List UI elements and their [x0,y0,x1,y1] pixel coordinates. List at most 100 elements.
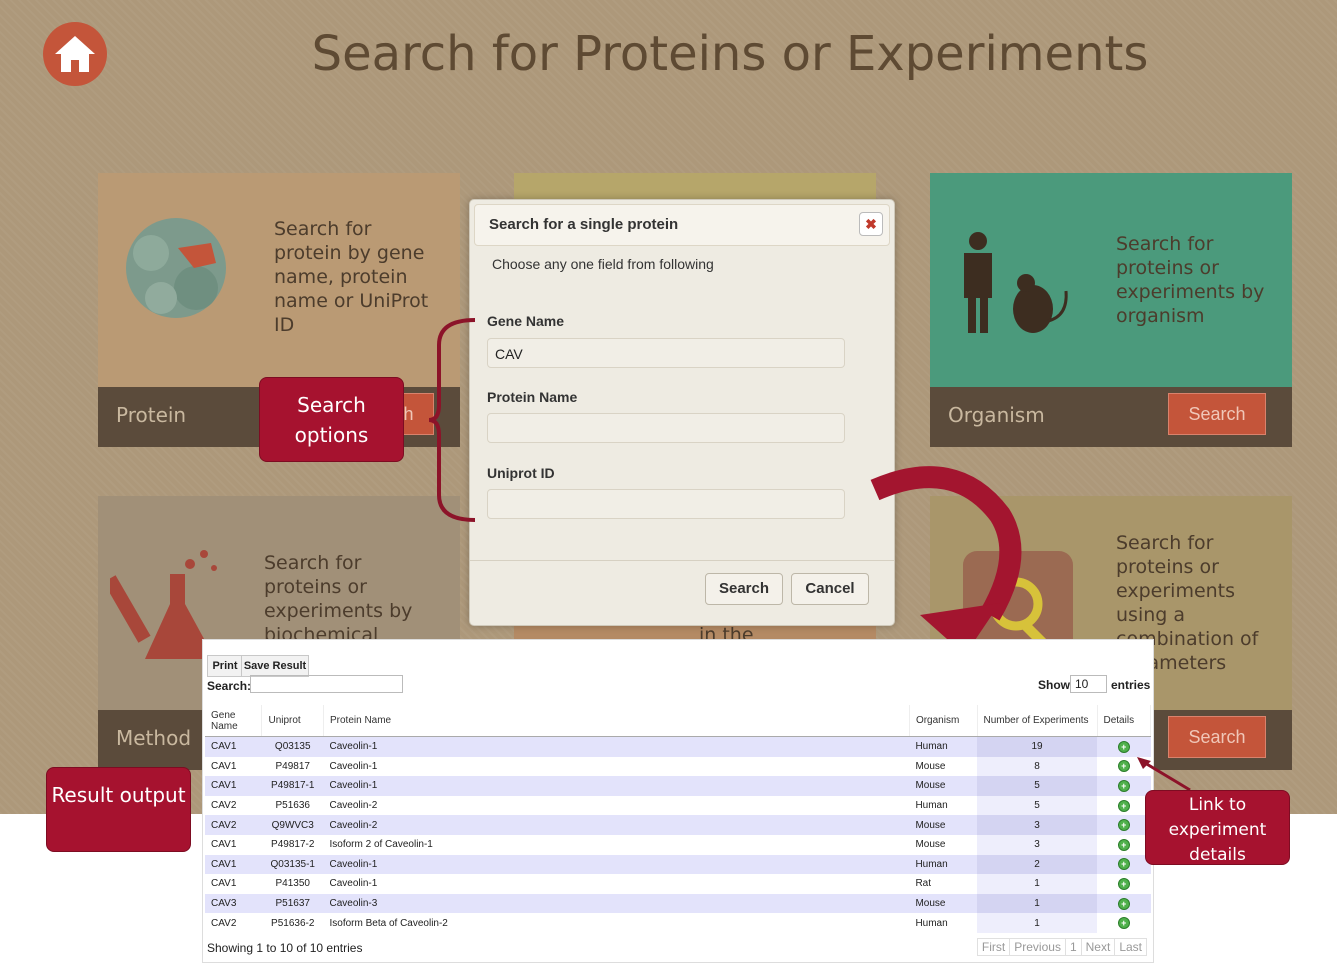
details-plus-icon[interactable]: + [1117,838,1130,851]
details-plus-icon[interactable]: + [1117,779,1130,792]
modal-search-button[interactable]: Search [705,573,783,605]
method-tile-text: Search for proteins or experiments by bi… [264,552,413,646]
uniprot-cell: P49817-2 [261,834,324,855]
results-table: Gene Name Uniprot Protein Name Organism … [205,705,1151,933]
details-plus-icon[interactable]: + [1117,877,1130,890]
table-row: CAV1 Q03135-1 Caveolin-1 Human 2 + [205,854,1151,875]
result-output-callout: Result output [46,767,191,852]
pager-first[interactable]: First [976,938,1011,956]
results-search-label: Search: [207,679,252,693]
table-row: CAV1 P49817-2 Isoform 2 of Caveolin-1 Mouse… [205,834,1151,855]
home-button[interactable] [43,22,107,86]
details-plus-icon[interactable]: + [1117,799,1130,812]
modal-title: Search for a single protein [489,216,679,233]
experiments-cell: 1 [977,893,1097,914]
details-plus-icon[interactable]: + [1117,858,1130,871]
details-cell[interactable]: + [1097,834,1151,855]
details-plus-icon[interactable]: + [1117,740,1130,753]
organism-tile-text: Search for proteins or experiments by or… [1116,233,1265,327]
table-row: CAV1 Q03135 Caveolin-1 Human 19 + [205,736,1151,757]
uniprot-cell: Q03135-1 [261,854,324,875]
close-icon[interactable]: ✖ [859,212,883,236]
gene-cell: CAV1 [205,736,262,757]
gene-name-field[interactable]: CAV [487,338,845,368]
save-result-button[interactable]: Save Result [241,655,309,677]
pager-page-1[interactable]: 1 [1064,938,1082,956]
protein-cell: Caveolin-1 [323,874,910,894]
organism-cell: Mouse [909,815,977,835]
protein-cell: Isoform 2 of Caveolin-1 [323,834,910,855]
search-options-callout: Search options [259,377,404,462]
search-modal: Search for a single protein ✖ Choose any… [469,199,895,626]
details-cell[interactable]: + [1097,893,1151,914]
organism-tile-bar: Organism Search [930,387,1292,447]
organism-cell: Human [909,795,977,816]
organism-cell: Rat [909,874,977,894]
experiments-cell: 1 [977,913,1097,933]
uniprot-cell: Q03135 [261,736,324,757]
uniprot-cell: P51636 [261,795,324,816]
gene-cell: CAV3 [205,893,262,914]
uniprot-id-field[interactable] [487,489,845,519]
bracket-annotation [428,318,476,522]
experiments-cell: 5 [977,795,1097,816]
pager-last[interactable]: Last [1114,938,1147,956]
experiments-cell: 2 [977,854,1097,875]
details-cell[interactable]: + [1097,874,1151,894]
details-plus-icon[interactable]: + [1117,917,1130,930]
table-row: CAV1 P49817-1 Caveolin-1 Mouse 5 + [205,776,1151,796]
results-panel: Print Save Result Search: Show 10 entrie… [202,639,1154,963]
pagination: First Previous 1 Next Last [976,938,1147,956]
details-cell[interactable]: + [1097,913,1151,933]
organism-tile[interactable]: Search for proteins or experiments by or… [930,173,1292,447]
details-cell[interactable]: + [1097,736,1151,757]
modal-cancel-button[interactable]: Cancel [791,573,869,605]
gene-cell: CAV1 [205,776,262,796]
gene-cell: CAV1 [205,834,262,855]
column-header-experiments[interactable]: Number of Experiments [977,705,1098,737]
pointer-annotation [1137,757,1191,792]
uniprot-cell: Q9WVC3 [261,815,324,835]
protein-cell: Caveolin-3 [323,893,910,914]
gene-cell: CAV2 [205,795,262,816]
results-search-input[interactable] [250,675,403,693]
details-cell[interactable]: + [1097,854,1151,875]
gene-cell: CAV1 [205,854,262,875]
column-header-uniprot[interactable]: Uniprot [261,705,324,737]
uniprot-cell: P49817-1 [261,776,324,796]
organism-cell: Human [909,854,977,875]
details-cell[interactable]: + [1097,815,1151,835]
details-plus-icon[interactable]: + [1117,760,1130,773]
gene-cell: CAV2 [205,815,262,835]
experiments-cell: 1 [977,874,1097,894]
organism-cell: Mouse [909,834,977,855]
experiments-cell: 19 [977,736,1097,757]
table-row: CAV1 P41350 Caveolin-1 Rat 1 + [205,874,1151,894]
organism-search-button[interactable]: Search [1168,393,1266,435]
show-label: Show [1038,678,1070,692]
column-header-organism[interactable]: Organism [909,705,978,737]
protein-tile-label: Protein [116,403,187,427]
pager-previous[interactable]: Previous [1009,938,1066,956]
page-title: Search for Proteins or Experiments [311,26,1149,82]
uniprot-cell: P49817 [261,756,324,777]
column-header-protein[interactable]: Protein Name [323,705,910,737]
column-header-gene[interactable]: Gene Name [205,705,263,737]
entries-label: entries [1111,678,1151,692]
pager-next[interactable]: Next [1080,938,1116,956]
protein-name-field[interactable] [487,413,845,443]
print-button[interactable]: Print [207,655,243,677]
details-plus-icon[interactable]: + [1117,819,1130,832]
uniprot-id-label: Uniprot ID [487,465,555,481]
gene-cell: CAV1 [205,756,262,777]
details-cell[interactable]: + [1097,795,1151,816]
organism-cell: Human [909,736,977,757]
uniprot-cell: P51636-2 [261,913,324,933]
protein-cell: Caveolin-1 [323,736,910,757]
entries-select[interactable]: 10 [1070,675,1107,693]
link-details-callout: Link to experiment details [1145,790,1290,865]
details-plus-icon[interactable]: + [1117,897,1130,910]
results-info: Showing 1 to 10 of 10 entries [207,941,363,955]
combination-search-button[interactable]: Search [1168,716,1266,758]
organism-icon [964,232,1068,333]
